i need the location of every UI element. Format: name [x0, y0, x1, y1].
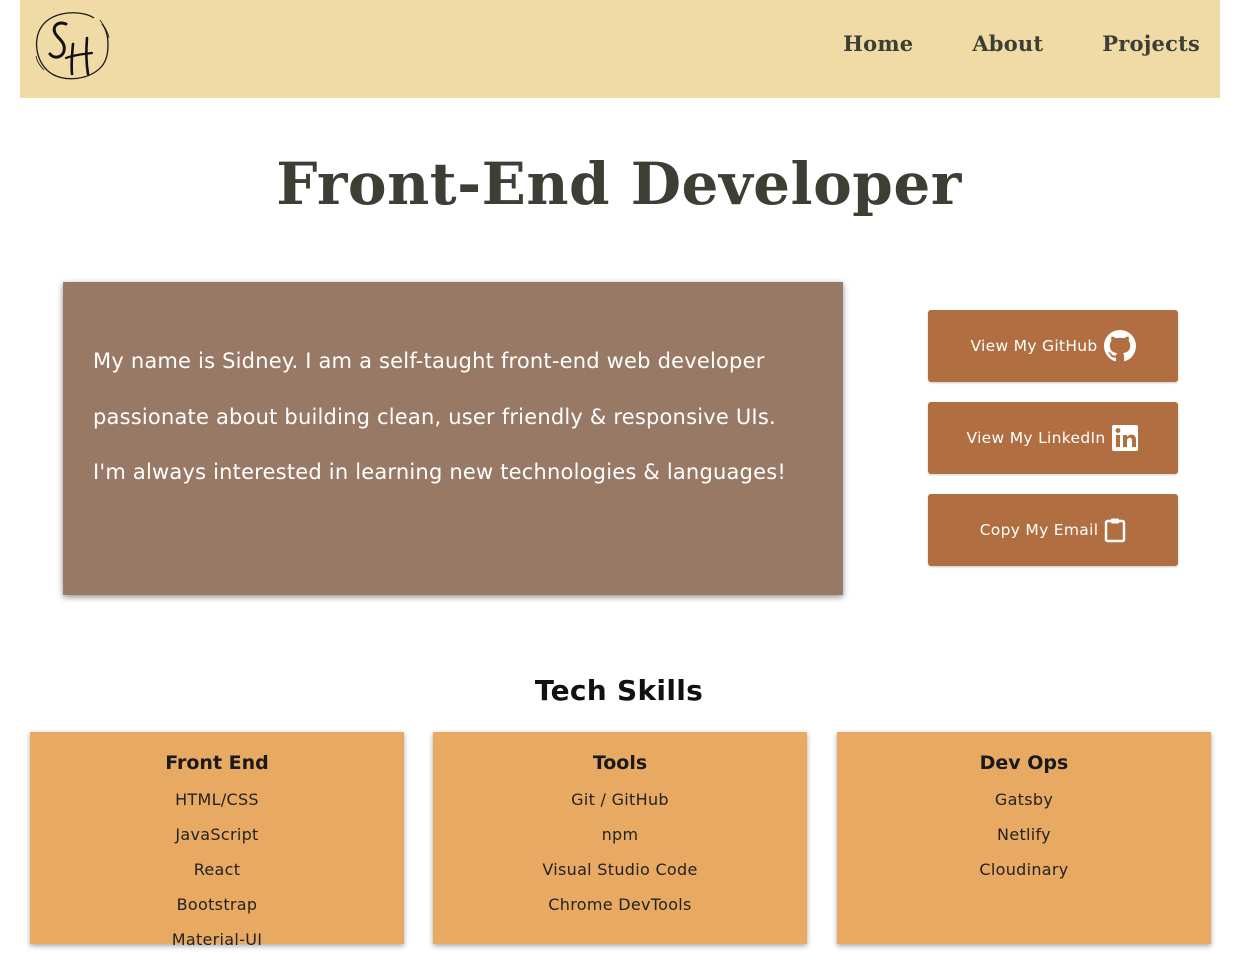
skill-item: JavaScript [175, 825, 259, 844]
skill-item: Git / GitHub [571, 790, 669, 809]
skill-item: Netlify [997, 825, 1051, 844]
skills-card-dev-ops: Dev Ops Gatsby Netlify Cloudinary [837, 732, 1211, 944]
copy-email-button[interactable]: Copy My Email [928, 494, 1178, 566]
bio-text: My name is Sidney. I am a self-taught fr… [93, 349, 786, 484]
nav-projects[interactable]: Projects [1102, 31, 1200, 56]
bio-card: My name is Sidney. I am a self-taught fr… [63, 282, 843, 595]
skills-card-title: Dev Ops [979, 752, 1069, 774]
nav-home[interactable]: Home [843, 31, 913, 56]
view-linkedin-button[interactable]: View My LinkedIn [928, 402, 1178, 474]
skills-card-tools: Tools Git / GitHub npm Visual Studio Cod… [433, 732, 807, 944]
view-linkedin-label: View My LinkedIn [966, 429, 1106, 447]
skill-item: Gatsby [994, 790, 1054, 809]
skill-item: npm [601, 825, 639, 844]
skill-item: Material-UI [171, 930, 263, 949]
skill-item: React [193, 860, 241, 879]
view-github-label: View My GitHub [970, 337, 1098, 355]
main-nav: Home About Projects [784, 0, 1200, 86]
skill-item: Visual Studio Code [542, 860, 698, 879]
skill-item: Bootstrap [176, 895, 258, 914]
skill-item: HTML/CSS [175, 790, 259, 809]
nav-about[interactable]: About [972, 31, 1043, 56]
skills-card-title: Tools [592, 752, 648, 774]
page-title: Front-End Developer [276, 150, 962, 218]
github-icon [1103, 330, 1136, 362]
view-github-button[interactable]: View My GitHub [928, 310, 1178, 382]
logo-monogram-icon [35, 12, 110, 80]
skill-item: Chrome DevTools [548, 895, 692, 914]
skill-item: Cloudinary [979, 860, 1069, 879]
clipboard-icon [1104, 517, 1126, 543]
site-header: Home About Projects [20, 0, 1220, 98]
tech-skills-title: Tech Skills [534, 674, 704, 707]
linkedin-icon [1111, 424, 1139, 452]
skills-card-front-end: Front End HTML/CSS JavaScript React Boot… [30, 732, 404, 949]
logo[interactable] [32, 8, 112, 82]
copy-email-label: Copy My Email [979, 521, 1099, 539]
skills-card-title: Front End [165, 752, 269, 774]
